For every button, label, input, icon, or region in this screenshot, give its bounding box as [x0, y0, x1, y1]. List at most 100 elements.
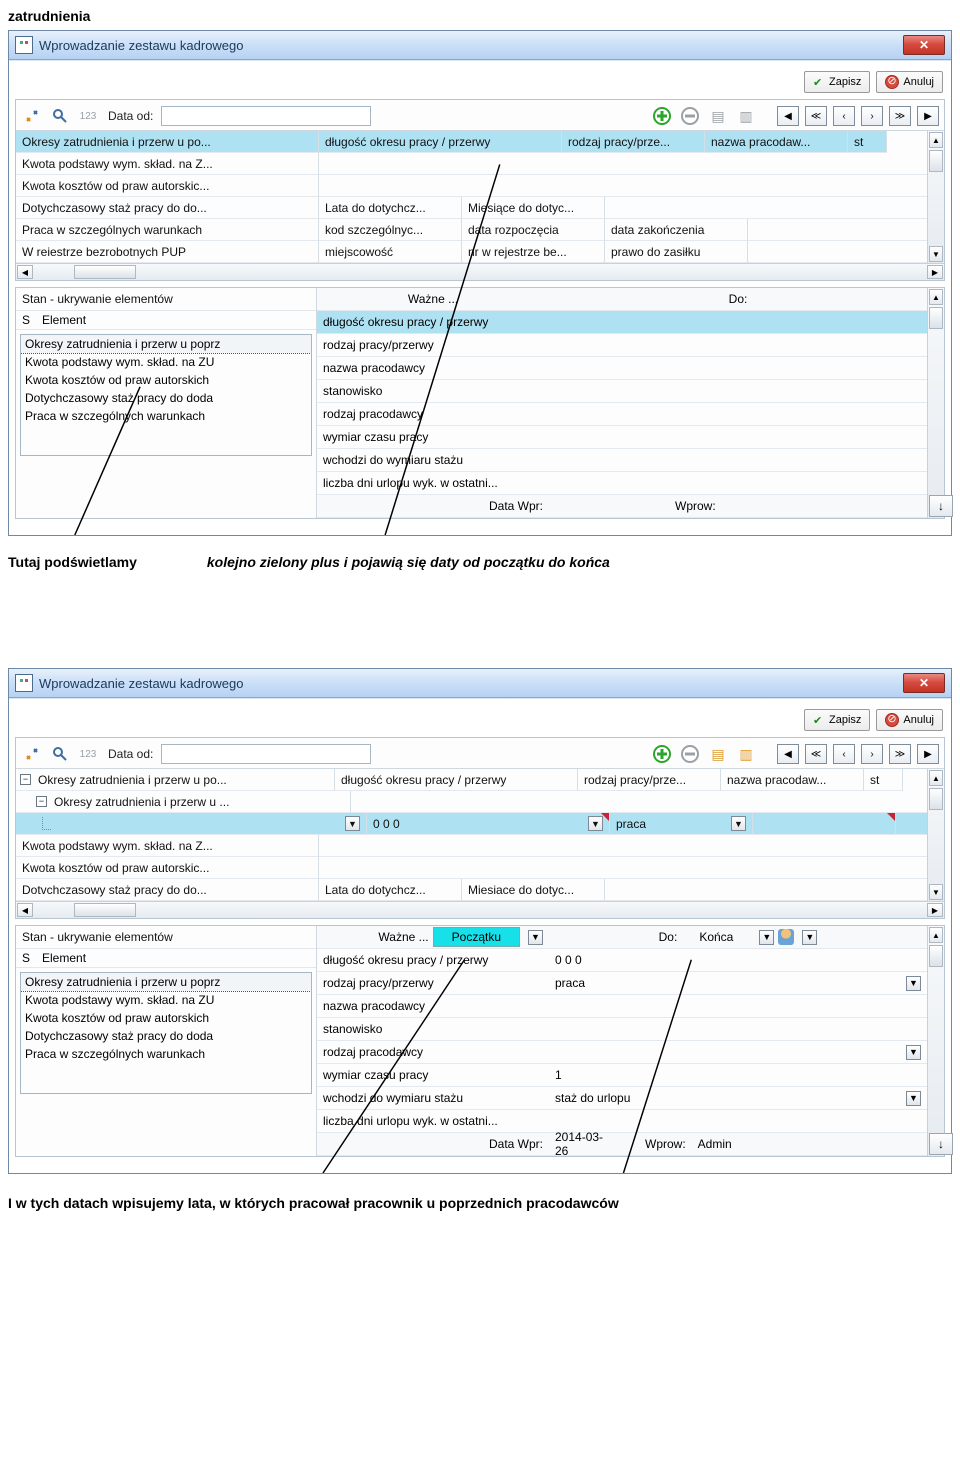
do-value[interactable]: Końca: [681, 928, 751, 946]
dropdown-icon[interactable]: ▼: [802, 930, 817, 945]
row-label[interactable]: W reiestrze bezrobotnych PUP: [16, 241, 319, 263]
nav-first[interactable]: ◀: [777, 106, 799, 126]
tools-icon[interactable]: [20, 742, 44, 766]
prop-key[interactable]: nazwa pracodawcy: [317, 359, 549, 377]
grid1-vscroll[interactable]: ▲▼: [927, 131, 944, 263]
stan-listbox[interactable]: Okresy zatrudnienia i przerw u poprz Kwo…: [20, 334, 312, 456]
row-label[interactable]: Kwota kosztów od praw autorskic...: [16, 175, 319, 197]
date-from-input[interactable]: [161, 106, 371, 126]
dropdown-icon[interactable]: ▼: [345, 816, 360, 831]
row-label[interactable]: Dotvchczasowy staż pracy do do...: [16, 879, 319, 901]
expand-down-button[interactable]: ↓: [929, 1133, 953, 1155]
nav-back[interactable]: ‹: [833, 106, 855, 126]
props1-vscroll[interactable]: ▲ ↓: [927, 288, 944, 518]
row-label[interactable]: Dotychczasowy staż pracy do do...: [16, 197, 319, 219]
row-label[interactable]: Kwota kosztów od praw autorskic...: [16, 857, 319, 879]
nav-fastfwd[interactable]: ≫: [889, 744, 911, 764]
numbers-icon[interactable]: 123: [76, 742, 100, 766]
cell[interactable]: 0 0 0▼: [367, 813, 610, 835]
magnifier-icon[interactable]: [48, 104, 72, 128]
nav-last[interactable]: ▶: [917, 744, 939, 764]
prop-key[interactable]: rodzaj pracodawcy: [317, 1043, 549, 1061]
grid1-hscroll[interactable]: ◀▶: [16, 263, 944, 280]
prop-key[interactable]: rodzaj pracy/przerwy: [317, 974, 549, 992]
prop-val[interactable]: 1: [555, 1068, 562, 1082]
row-label[interactable]: Praca w szczególnych warunkach: [16, 219, 319, 241]
cancel-button[interactable]: Anuluj: [876, 71, 943, 93]
dropdown-icon[interactable]: ▼: [906, 976, 921, 991]
list-item[interactable]: Kwota podstawy wym. skład. na ZU: [21, 353, 311, 371]
prop-key[interactable]: rodzaj pracy/przerwy: [317, 336, 549, 354]
prop-key[interactable]: wchodzi do wymiaru stażu: [317, 451, 549, 469]
form-icon[interactable]: ▤: [706, 742, 730, 766]
prop-key[interactable]: wymiar czasu pracy: [317, 428, 549, 446]
list-item[interactable]: Praca w szczególnych warunkach: [21, 1045, 311, 1063]
prop-key[interactable]: długość okresu pracy / przerwy: [317, 313, 549, 331]
list-item[interactable]: Okresy zatrudnienia i przerw u poprz: [21, 973, 311, 991]
grid2-vscroll[interactable]: ▲▼: [927, 769, 944, 901]
list-item[interactable]: Kwota kosztów od praw autorskich: [21, 371, 311, 389]
dropdown-icon[interactable]: ▼: [759, 930, 774, 945]
save-button[interactable]: ✔Zapisz: [804, 709, 870, 731]
close-button[interactable]: ✕: [903, 673, 945, 693]
prop-key[interactable]: rodzaj pracodawcy: [317, 405, 549, 423]
dropdown-icon[interactable]: ▼: [906, 1091, 921, 1106]
close-button[interactable]: ✕: [903, 35, 945, 55]
nav-fwd[interactable]: ›: [861, 744, 883, 764]
remove-icon[interactable]: [678, 742, 702, 766]
prop-key[interactable]: wchodzi do wymiaru stażu: [317, 1089, 549, 1107]
cancel-button[interactable]: Anuluj: [876, 709, 943, 731]
grid2[interactable]: −Okresy zatrudnienia i przerw u po... dł…: [16, 769, 944, 901]
person-icon[interactable]: [778, 929, 794, 945]
dropdown-icon[interactable]: ▼: [906, 1045, 921, 1060]
list-item[interactable]: Kwota kosztów od praw autorskich: [21, 1009, 311, 1027]
stan-listbox[interactable]: Okresy zatrudnienia i przerw u poprz Kwo…: [20, 972, 312, 1094]
prop-key[interactable]: stanowisko: [317, 382, 549, 400]
row-label[interactable]: Kwota podstawy wym. skład. na Z...: [16, 835, 319, 857]
date-from-input[interactable]: [161, 744, 371, 764]
nav-fastback[interactable]: ≪: [805, 744, 827, 764]
props2-vscroll[interactable]: ▲ ↓: [927, 926, 944, 1156]
row-label[interactable]: Kwota podstawy wym. skład. na Z...: [16, 153, 319, 175]
nav-fastback[interactable]: ≪: [805, 106, 827, 126]
list-item[interactable]: Okresy zatrudnienia i przerw u poprz: [21, 335, 311, 353]
prop-val[interactable]: staż do urlopu: [555, 1091, 630, 1105]
magnifier-icon[interactable]: [48, 742, 72, 766]
tree-row[interactable]: −Okresy zatrudnienia i przerw u ...: [16, 791, 351, 813]
expand-down-button[interactable]: ↓: [929, 495, 953, 517]
cell[interactable]: [753, 813, 896, 835]
nav-first[interactable]: ◀: [777, 744, 799, 764]
list-item[interactable]: Dotychczasowy staż pracy do doda: [21, 389, 311, 407]
prop-key[interactable]: nazwa pracodawcy: [317, 997, 549, 1015]
cell[interactable]: praca▼: [610, 813, 753, 835]
prop-val[interactable]: praca: [555, 976, 585, 990]
list-item[interactable]: Dotychczasowy staż pracy do doda: [21, 1027, 311, 1045]
prop-key[interactable]: liczba dni urlopu wyk. w ostatni...: [317, 1112, 549, 1130]
grid2-hscroll[interactable]: ◀▶: [16, 901, 944, 918]
remove-icon[interactable]: [678, 104, 702, 128]
nav-fwd[interactable]: ›: [861, 106, 883, 126]
form2-icon[interactable]: ▥: [734, 104, 758, 128]
add-icon[interactable]: [650, 104, 674, 128]
prop-key[interactable]: stanowisko: [317, 1020, 549, 1038]
list-item[interactable]: Kwota podstawy wym. skład. na ZU: [21, 991, 311, 1009]
dropdown-icon[interactable]: ▼: [731, 816, 746, 831]
grid1[interactable]: Okresy zatrudnienia i przerw u po... dłu…: [16, 131, 944, 263]
list-item[interactable]: Praca w szczególnych warunkach: [21, 407, 311, 425]
nav-last[interactable]: ▶: [917, 106, 939, 126]
numbers-icon[interactable]: 123: [76, 104, 100, 128]
wazne-value[interactable]: Początku: [433, 927, 520, 947]
nav-fastfwd[interactable]: ≫: [889, 106, 911, 126]
form2-icon[interactable]: ▥: [734, 742, 758, 766]
save-button[interactable]: ✔Zapisz: [804, 71, 870, 93]
dropdown-icon[interactable]: ▼: [528, 930, 543, 945]
nav-back[interactable]: ‹: [833, 744, 855, 764]
prop-key[interactable]: długość okresu pracy / przerwy: [317, 951, 549, 969]
prop-val[interactable]: 0 0 0: [555, 953, 582, 967]
row-label[interactable]: Okresy zatrudnienia i przerw u po...: [16, 131, 319, 153]
prop-key[interactable]: wymiar czasu pracy: [317, 1066, 549, 1084]
tree-row-selected[interactable]: ▼: [16, 813, 367, 835]
tree-row[interactable]: −Okresy zatrudnienia i przerw u po...: [16, 769, 335, 791]
tools-icon[interactable]: [20, 104, 44, 128]
prop-key[interactable]: liczba dni urlopu wyk. w ostatni...: [317, 474, 549, 492]
